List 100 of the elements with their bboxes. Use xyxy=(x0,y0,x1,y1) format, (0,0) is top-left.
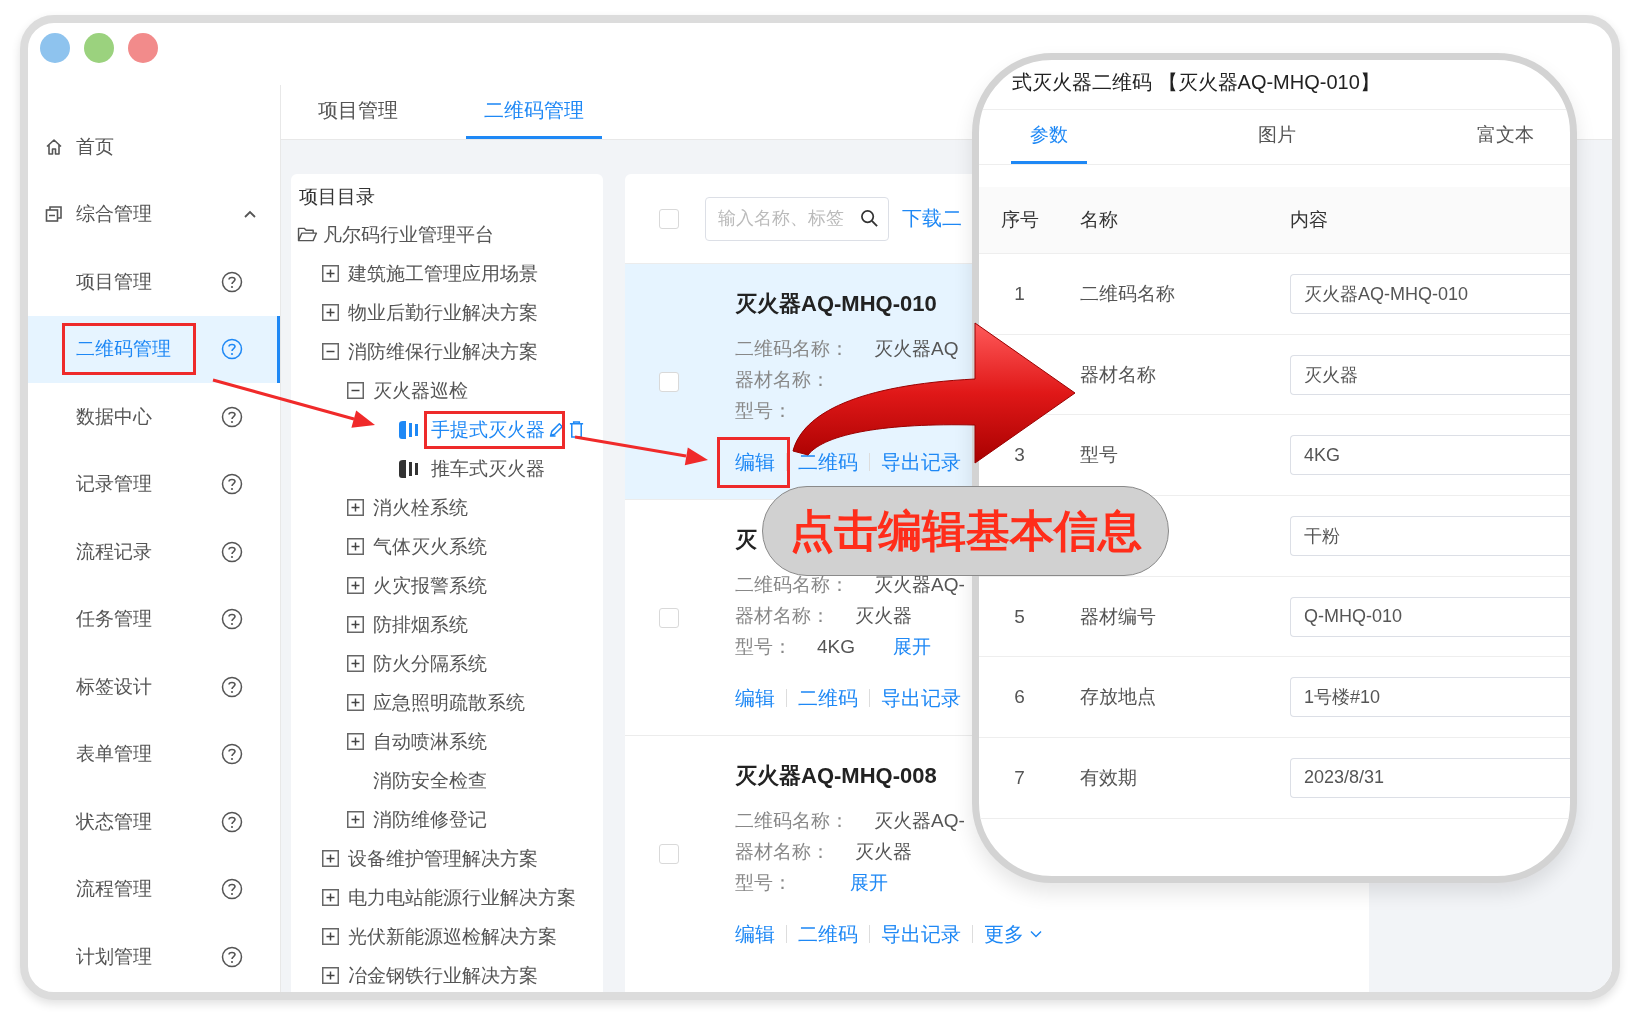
field-label: 二维码名称： xyxy=(735,337,849,361)
tree-item[interactable]: 防排烟系统 xyxy=(373,611,468,638)
checkbox[interactable] xyxy=(659,371,679,392)
help-icon[interactable] xyxy=(221,270,243,293)
expand-link[interactable]: 展开 xyxy=(893,631,932,662)
minus-box-icon[interactable] xyxy=(322,343,339,360)
value-field[interactable]: 1号楼#10 xyxy=(1290,677,1570,718)
sidebar-item[interactable]: 项目管理 xyxy=(28,248,280,316)
help-icon[interactable] xyxy=(221,608,243,631)
action-link[interactable]: 导出记录 xyxy=(881,684,961,712)
plus-box-icon[interactable] xyxy=(347,733,364,750)
sidebar-item[interactable]: 任务管理 xyxy=(28,585,280,653)
plus-box-icon[interactable] xyxy=(322,928,339,945)
help-icon[interactable] xyxy=(221,540,243,563)
action-link[interactable]: 二维码 xyxy=(798,684,858,712)
sidebar-item[interactable]: 流程管理 xyxy=(28,855,280,923)
tree-item[interactable]: 火灾报警系统 xyxy=(373,572,487,599)
checkbox[interactable] xyxy=(659,607,679,628)
tree-item[interactable]: 物业后勤行业解决方案 xyxy=(348,299,538,326)
tree-item[interactable]: 手提式灭火器 xyxy=(431,416,545,443)
value-field[interactable]: Q-MHQ-010 xyxy=(1290,596,1570,637)
search-icon[interactable] xyxy=(860,208,879,228)
sidebar-item[interactable]: 记录管理 xyxy=(28,450,280,518)
tree-item[interactable]: 设备维护管理解决方案 xyxy=(348,845,538,872)
help-icon[interactable] xyxy=(221,473,243,496)
search-field[interactable]: 输入名称、标签 xyxy=(705,196,889,241)
caret-icon xyxy=(1030,930,1042,938)
value-field[interactable]: 灭火器 xyxy=(1290,354,1570,395)
table-cell: 5 xyxy=(1014,605,1025,627)
tree-item[interactable]: 消防维修登记 xyxy=(373,806,487,833)
action-link[interactable]: 编辑 xyxy=(735,684,775,712)
tree-item[interactable]: 气体灭火系统 xyxy=(373,533,487,560)
tree-item[interactable]: 防火分隔系统 xyxy=(373,650,487,677)
tree-item[interactable]: 凡尔码行业管理平台 xyxy=(323,221,494,248)
folder-icon[interactable] xyxy=(297,226,318,243)
tab[interactable]: 图片 xyxy=(1239,110,1315,164)
plus-box-icon[interactable] xyxy=(322,265,339,282)
checkbox[interactable] xyxy=(659,208,679,229)
tab[interactable]: 项目管理 xyxy=(300,85,416,139)
plus-box-icon[interactable] xyxy=(322,304,339,321)
panel-title: 项目目录 xyxy=(298,185,376,209)
pencil-icon[interactable] xyxy=(548,421,565,438)
value-field[interactable]: 灭火器AQ-MHQ-010 xyxy=(1290,273,1570,314)
checkbox[interactable] xyxy=(659,843,679,864)
chevron-icon[interactable] xyxy=(243,209,257,220)
trash-icon[interactable] xyxy=(568,420,585,439)
help-icon[interactable] xyxy=(221,743,243,766)
sidebar-item[interactable]: 计划管理 xyxy=(28,923,280,991)
field-label: 器材名称： xyxy=(735,604,830,628)
tree-item[interactable]: 冶金钢铁行业解决方案 xyxy=(348,962,538,989)
plus-box-icon[interactable] xyxy=(347,811,364,828)
tab[interactable]: 富文本 xyxy=(1467,110,1543,164)
action-link[interactable]: 编辑 xyxy=(735,920,775,948)
download-link[interactable]: 下载二 xyxy=(902,205,962,232)
value-field[interactable]: 干粉 xyxy=(1290,515,1570,556)
sidebar-item[interactable]: 综合管理 xyxy=(28,180,280,248)
tree-item[interactable]: 消防安全检查 xyxy=(373,767,487,794)
expand-link[interactable]: 展开 xyxy=(850,867,888,898)
tree-item[interactable]: 灭火器巡检 xyxy=(373,377,468,404)
sidebar-item[interactable]: 数据中心 xyxy=(28,383,280,451)
table-cell: 器材名称 xyxy=(1080,363,1156,385)
sidebar-item[interactable]: 首页 xyxy=(28,113,280,181)
sidebar-item[interactable]: 表单管理 xyxy=(28,720,280,788)
plus-box-icon[interactable] xyxy=(322,889,339,906)
field-label: 器材名称： xyxy=(735,840,830,864)
tree-item[interactable]: 消火栓系统 xyxy=(373,494,468,521)
help-icon[interactable] xyxy=(221,405,243,428)
plus-box-icon[interactable] xyxy=(347,616,364,633)
sidebar-item[interactable]: 流程记录 xyxy=(28,518,280,586)
sidebar-item[interactable]: 标签设计 xyxy=(28,653,280,721)
tree-item[interactable]: 光伏新能源巡检解决方案 xyxy=(348,923,557,950)
help-icon[interactable] xyxy=(221,878,243,901)
tree-item[interactable]: 电力电站能源行业解决方案 xyxy=(348,884,576,911)
plus-box-icon[interactable] xyxy=(347,694,364,711)
plus-box-icon[interactable] xyxy=(347,499,364,516)
value-field[interactable]: 4KG xyxy=(1290,435,1570,476)
plus-box-icon[interactable] xyxy=(347,577,364,594)
value-field[interactable]: 2023/8/31 xyxy=(1290,757,1570,798)
panel-title: 式灭火器二维码 【灭火器AQ-MHQ-010】 xyxy=(979,60,1570,110)
tree-item[interactable]: 建筑施工管理应用场景 xyxy=(348,260,538,287)
tree-item[interactable]: 消防维保行业解决方案 xyxy=(348,338,538,365)
tree-item[interactable]: 自动喷淋系统 xyxy=(373,728,487,755)
tree-item[interactable]: 应急照明疏散系统 xyxy=(373,689,525,716)
help-icon[interactable] xyxy=(221,810,243,833)
help-icon[interactable] xyxy=(221,675,243,698)
help-icon[interactable] xyxy=(221,338,243,361)
table-cell: 有效期 xyxy=(1080,766,1137,788)
tab[interactable]: 参数 xyxy=(1011,110,1087,164)
help-icon[interactable] xyxy=(221,945,243,968)
sidebar-item[interactable]: 状态管理 xyxy=(28,788,280,856)
plus-box-icon[interactable] xyxy=(347,655,364,672)
plus-box-icon[interactable] xyxy=(322,850,339,867)
action-link[interactable]: 导出记录 xyxy=(881,920,961,948)
action-link[interactable]: 更多 xyxy=(984,920,1042,948)
plus-box-icon[interactable] xyxy=(347,538,364,555)
minus-box-icon[interactable] xyxy=(347,382,364,399)
plus-box-icon[interactable] xyxy=(322,967,339,984)
tree-item[interactable]: 推车式灭火器 xyxy=(431,455,545,482)
home-icon xyxy=(45,137,63,156)
action-link[interactable]: 二维码 xyxy=(798,920,858,948)
